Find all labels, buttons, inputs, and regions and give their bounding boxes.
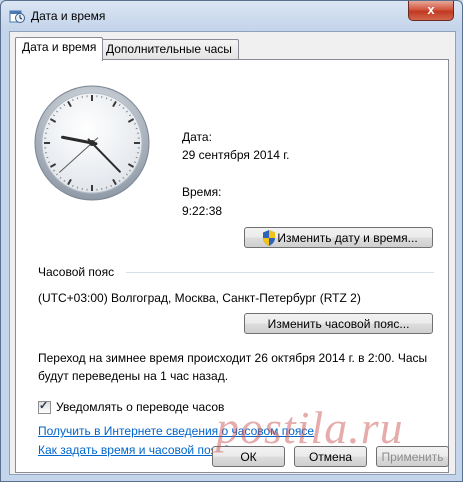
date-value: 29 сентября 2014 г. bbox=[182, 148, 290, 162]
clock-minute-tick bbox=[46, 127, 49, 130]
notify-checkbox-label[interactable]: Уведомлять о переводе часов bbox=[56, 400, 224, 414]
online-timezone-info-link[interactable]: Получить в Интернете сведения о часовом … bbox=[38, 424, 314, 438]
notify-checkbox[interactable]: ✓ bbox=[38, 400, 51, 414]
analog-clock bbox=[34, 85, 150, 201]
date-time-dialog: Дата и время x Дата и время Дополнительн… bbox=[0, 0, 463, 482]
clock-minute-tick bbox=[76, 186, 79, 189]
clock-center bbox=[89, 140, 95, 146]
time-label: Время: bbox=[182, 185, 222, 199]
date-label: Дата: bbox=[182, 130, 212, 144]
change-datetime-button[interactable]: Изменить дату и время... bbox=[244, 227, 433, 248]
tab-additional-clocks[interactable]: Дополнительные часы bbox=[99, 39, 239, 60]
close-icon: x bbox=[427, 2, 435, 17]
title-bar[interactable]: Дата и время x bbox=[1, 1, 462, 31]
timezone-header: Часовой пояс bbox=[38, 265, 115, 279]
uac-shield-icon bbox=[263, 230, 275, 246]
checkmark-icon: ✓ bbox=[39, 400, 49, 412]
time-value: 9:22:38 bbox=[182, 204, 223, 218]
clock-minute-tick bbox=[105, 97, 108, 100]
dialog-body: Дата и время Дополнительные часы Дата: 2… bbox=[9, 31, 456, 475]
tab-panel: Дата: 29 сентября 2014 г. Время: 9:22:38… bbox=[15, 59, 449, 473]
change-timezone-button[interactable]: Изменить часовой пояс... bbox=[244, 313, 433, 334]
timezone-value: (UTC+03:00) Волгоград, Москва, Санкт-Пет… bbox=[38, 291, 361, 305]
how-to-set-time-link[interactable]: Как задать время и часовой пояс? bbox=[38, 443, 230, 457]
dst-notice-line2: будут переведены на 1 час назад. bbox=[38, 369, 229, 383]
timezone-separator bbox=[126, 272, 434, 273]
close-button[interactable]: x bbox=[408, 1, 454, 21]
clock-minute-tick bbox=[46, 156, 49, 159]
clock-minute-tick bbox=[135, 156, 138, 159]
apply-button[interactable]: Применить bbox=[376, 446, 449, 467]
tab-date-time[interactable]: Дата и время bbox=[15, 37, 104, 61]
clock-minute-tick bbox=[76, 97, 79, 100]
dst-notice-line1: Переход на зимнее время происходит 26 ок… bbox=[38, 351, 428, 365]
clock-minute-tick bbox=[135, 127, 138, 130]
clock-calendar-icon bbox=[9, 10, 25, 23]
change-datetime-label: Изменить дату и время... bbox=[277, 231, 418, 245]
ok-button[interactable]: ОК bbox=[212, 446, 285, 467]
window-title: Дата и время bbox=[31, 9, 106, 23]
cancel-button[interactable]: Отмена bbox=[294, 446, 367, 467]
clock-minute-tick bbox=[105, 186, 108, 189]
